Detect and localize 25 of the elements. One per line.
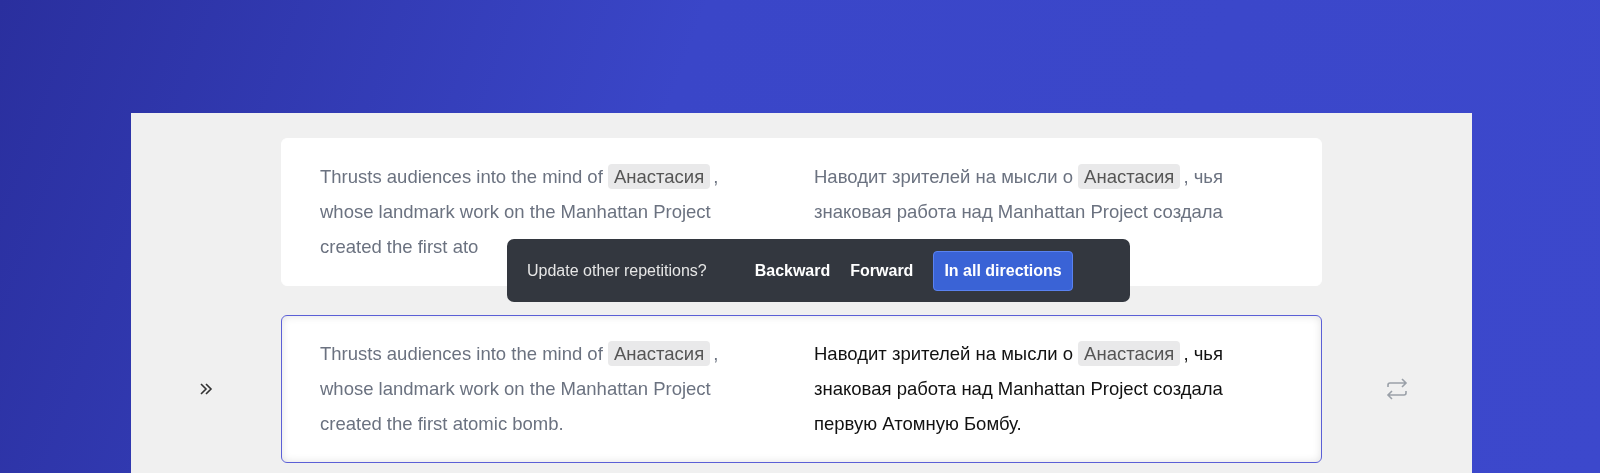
text-button[interactable]: Backward <box>744 251 841 290</box>
segment-text: created the first ato <box>320 236 479 257</box>
segment-text: , <box>713 343 719 364</box>
segment-text: знаковая работа над Manhattan Project создала <box>814 378 1223 399</box>
segment-text: , чья <box>1183 343 1223 364</box>
segment-text: первую Атомную Бомбу. <box>814 413 1022 434</box>
segment-card[interactable] <box>281 315 1322 463</box>
segment-text: whose landmark work on the Manhattan Project <box>320 378 711 399</box>
placeholder-tag[interactable]: Анастасия <box>607 341 711 366</box>
segment-text: Thrusts audiences into the mind of <box>320 166 604 187</box>
text-button[interactable]: Forward <box>840 251 924 290</box>
popup-question: Update other repetitions? <box>527 261 707 280</box>
segment-text: Thrusts audiences into the mind of <box>320 343 604 364</box>
double-chevron-icon[interactable] <box>199 382 213 396</box>
segment-text: , <box>713 166 719 187</box>
segment-text: created the first atomic bomb. <box>320 413 564 434</box>
placeholder-tag[interactable]: Анастасия <box>1078 341 1181 366</box>
segment-text: знаковая работа над Manhattan Project создала <box>814 201 1223 222</box>
primary-button[interactable]: In all directions <box>933 250 1073 291</box>
segment-text: whose landmark work on the Manhattan Project <box>320 201 711 222</box>
segment-text: Наводит зрителей на мысли о <box>814 343 1074 364</box>
placeholder-tag[interactable]: Анастасия <box>1078 164 1181 189</box>
segment-text: , чья <box>1183 166 1223 187</box>
placeholder-tag[interactable]: Анастасия <box>607 164 711 189</box>
segment-text: Наводит зрителей на мысли о <box>814 166 1074 187</box>
